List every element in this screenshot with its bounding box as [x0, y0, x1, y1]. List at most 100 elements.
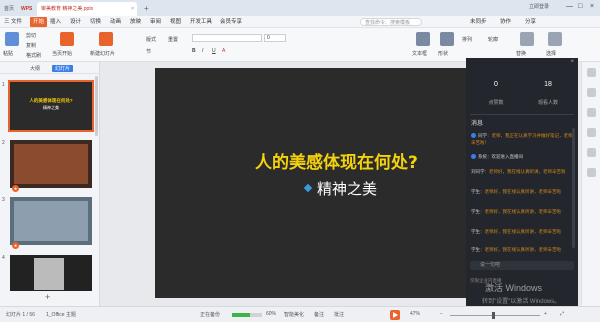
- fit-window-icon[interactable]: ⤢: [560, 311, 564, 317]
- command-search-input[interactable]: 查找命令、搜索模板: [360, 18, 422, 26]
- sync-status[interactable]: 未同步: [470, 17, 487, 27]
- slide-number: 1: [2, 82, 5, 88]
- maximize-icon[interactable]: □: [578, 3, 582, 10]
- menu-view[interactable]: 视图: [170, 17, 181, 27]
- share-icon[interactable]: [587, 168, 596, 177]
- play-from-current-icon[interactable]: [60, 32, 74, 46]
- chat-input[interactable]: 说一句吧: [470, 261, 574, 270]
- bold-button[interactable]: B: [192, 48, 196, 54]
- menu-review[interactable]: 审阅: [150, 17, 161, 27]
- chat-text: 老师，我正在认真学习并做好笔记，老师辛苦啦！: [471, 133, 573, 145]
- right-tool-strip: [581, 62, 600, 306]
- activate-windows-hint: 转到"设置"以激活 Windows。: [482, 299, 561, 305]
- outline-button[interactable]: 轮廓: [488, 36, 498, 43]
- replace-icon[interactable]: [520, 32, 534, 46]
- ribbon: 粘贴 剪切 复制 格式刷 当页开始 新建幻灯片 版式 节 重置 0 B I U …: [0, 28, 600, 62]
- slideshow-play-button[interactable]: [390, 310, 400, 320]
- smart-beautify-button[interactable]: 智能美化: [284, 311, 304, 318]
- slide-thumbnail-4[interactable]: [10, 255, 92, 291]
- chat-message: 学生：老师好，我在线认真听讲，老师辛苦啦: [471, 209, 562, 214]
- thumb-subtitle: 精神之美: [43, 105, 59, 110]
- slide-thumbnail-1[interactable]: 人的美感体现在何处? 精神之美: [8, 80, 94, 132]
- thumbnail-scrollbar[interactable]: [95, 76, 98, 136]
- login-button[interactable]: 立即登录: [518, 2, 560, 13]
- chat-author: 学生: [471, 209, 480, 214]
- reset-button[interactable]: 重置: [168, 36, 178, 43]
- textbox-icon[interactable]: [416, 32, 430, 46]
- format-painter-button[interactable]: 格式刷: [26, 52, 41, 59]
- slide-title[interactable]: 人的美感体现在何处?: [255, 148, 418, 173]
- menu-member[interactable]: 会员专享: [220, 17, 242, 27]
- backup-icon[interactable]: [587, 148, 596, 157]
- menu-slideshow[interactable]: 放映: [130, 17, 141, 27]
- menu-developer[interactable]: 开发工具: [190, 17, 212, 27]
- close-panel-icon[interactable]: ×: [570, 59, 574, 65]
- section-button[interactable]: 节: [146, 48, 151, 55]
- settings-icon[interactable]: [587, 128, 596, 137]
- notes-button[interactable]: 备注: [314, 311, 324, 318]
- chat-author: 学生: [471, 247, 480, 252]
- animation-star-icon: ★: [12, 185, 19, 192]
- slide-subtitle[interactable]: 精神之美: [317, 178, 377, 199]
- tab-wps[interactable]: WPS: [17, 2, 35, 16]
- viewer-label: 观看人数: [537, 100, 558, 106]
- chat-author: 刘同学: [471, 169, 485, 174]
- tab-document[interactable]: 审美教育 精神之美.pptx ×: [37, 2, 137, 16]
- chat-text: 老师好，我在线认真听讲，老师辛苦啦: [484, 189, 562, 194]
- chat-scrollbar[interactable]: [572, 128, 575, 248]
- shape-icon[interactable]: [440, 32, 454, 46]
- collaborate-button[interactable]: 协作: [500, 17, 511, 27]
- menu-animation[interactable]: 动画: [110, 17, 121, 27]
- zoom-level[interactable]: 47%: [410, 311, 420, 317]
- slide-thumbnail-2[interactable]: [10, 140, 92, 188]
- menu-design[interactable]: 设计: [70, 17, 81, 27]
- slide-number: 3: [2, 197, 5, 203]
- font-color-button[interactable]: A: [222, 48, 225, 54]
- properties-icon[interactable]: [587, 88, 596, 97]
- underline-button[interactable]: U: [212, 48, 216, 54]
- copy-button[interactable]: 复制: [26, 42, 36, 49]
- chat-message: 同学：老师，我正在认真学习并做好笔记，老师辛苦啦！: [471, 133, 573, 145]
- paste-icon[interactable]: [5, 32, 19, 46]
- tab-home[interactable]: 首页: [0, 2, 17, 16]
- menu-insert[interactable]: 插入: [50, 17, 61, 27]
- zoom-slider[interactable]: [450, 315, 540, 316]
- pointer-tool-icon[interactable]: [587, 68, 596, 77]
- menu-file[interactable]: 三 文件: [4, 17, 22, 27]
- add-tab-button[interactable]: +: [140, 2, 152, 16]
- cut-button[interactable]: 剪切: [26, 32, 36, 39]
- chat-text: 老师好，我在线认真听讲，老师辛苦啦: [484, 247, 562, 252]
- new-slide-icon[interactable]: [99, 32, 113, 46]
- tab-outline[interactable]: 大纲: [30, 65, 40, 72]
- slide-thumbnail-3[interactable]: [10, 197, 92, 245]
- current-slide[interactable]: 人的美感体现在何处? 精神之美: [155, 68, 466, 298]
- zoom-in-icon[interactable]: +: [544, 311, 547, 317]
- layout-button[interactable]: 版式: [146, 36, 156, 43]
- select-icon[interactable]: [548, 32, 562, 46]
- animation-pane-icon[interactable]: [587, 108, 596, 117]
- like-label: 点赞数: [488, 100, 504, 106]
- menu-home[interactable]: 开始: [30, 17, 48, 27]
- zoom-slider-thumb[interactable]: [492, 312, 495, 319]
- menu-transition[interactable]: 切换: [90, 17, 101, 27]
- close-tab-icon[interactable]: ×: [131, 2, 134, 16]
- close-window-icon[interactable]: ×: [590, 3, 594, 10]
- minimize-icon[interactable]: —: [566, 3, 573, 10]
- chat-text: 老师好，我在线认真听讲，老师辛苦啦: [489, 169, 566, 174]
- share-button[interactable]: 分享: [525, 17, 536, 27]
- arrange-button[interactable]: 排列: [462, 36, 472, 43]
- chat-text: 老师好，我在线认真听讲，老师辛苦啦: [484, 229, 562, 234]
- chat-message: 系统：欢迎进入直播间: [471, 153, 575, 160]
- chat-text: 老师好，我在线认真听讲，老师辛苦啦: [484, 209, 562, 214]
- avatar: [471, 133, 476, 139]
- zoom-out-icon[interactable]: −: [440, 311, 443, 317]
- italic-button[interactable]: I: [202, 48, 203, 54]
- font-size-select[interactable]: 0: [264, 34, 286, 42]
- comments-button[interactable]: 批注: [334, 311, 344, 318]
- font-name-select[interactable]: [192, 34, 262, 42]
- textbox-label: 文本框: [412, 51, 428, 57]
- add-slide-icon[interactable]: +: [45, 292, 50, 302]
- chat-text: 欢迎进入直播间: [491, 154, 524, 159]
- tab-slides[interactable]: 幻灯片: [52, 65, 74, 72]
- activate-windows-watermark: 激活 Windows: [485, 283, 543, 293]
